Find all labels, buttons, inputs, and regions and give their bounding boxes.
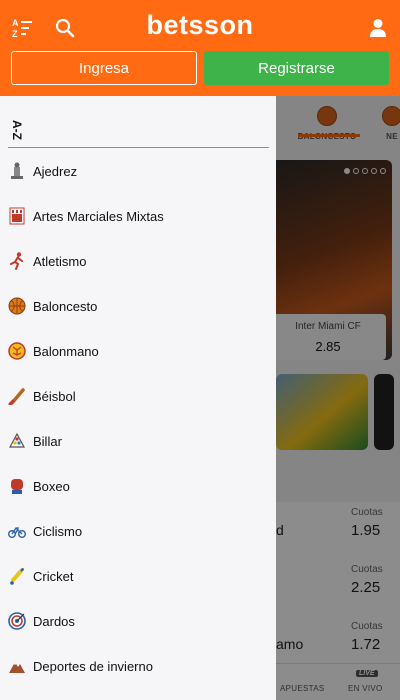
handball-icon xyxy=(8,342,26,360)
sport-item-cricket[interactable]: Cricket xyxy=(0,556,276,596)
mma-icon xyxy=(8,207,26,225)
sport-item-boxeo[interactable]: Boxeo xyxy=(0,466,276,506)
drawer-backdrop[interactable] xyxy=(276,96,400,700)
login-button[interactable]: Ingresa xyxy=(11,51,197,85)
sport-item-dardos[interactable]: Dardos xyxy=(0,601,276,641)
sport-item-baloncesto[interactable]: Baloncesto xyxy=(0,286,276,326)
cricket-icon xyxy=(8,567,26,585)
app-header: A Z betsson Ingresa Registrarse xyxy=(0,0,400,96)
user-icon[interactable] xyxy=(364,14,392,42)
sport-item-ajedrez[interactable]: Ajedrez xyxy=(0,151,276,191)
brand-logo[interactable]: betsson xyxy=(0,10,400,41)
baseball-icon xyxy=(8,387,26,405)
running-icon xyxy=(8,252,26,270)
sport-item-ciclismo[interactable]: Ciclismo xyxy=(0,511,276,551)
sport-item-balonmano[interactable]: Balonmano xyxy=(0,331,276,371)
mountain-icon xyxy=(8,657,26,675)
sport-item-billar[interactable]: Billar xyxy=(0,421,276,461)
az-heading: A-Z xyxy=(10,120,24,140)
bicycle-icon xyxy=(8,522,26,540)
sports-drawer: A-Z Ajedrez Artes Marciales Mixtas Atlet… xyxy=(0,96,276,700)
billiards-icon xyxy=(8,432,26,450)
dartboard-icon xyxy=(8,612,26,630)
heading-divider xyxy=(8,147,269,148)
chess-icon xyxy=(8,162,26,180)
basketball-icon xyxy=(8,297,26,315)
register-button[interactable]: Registrarse xyxy=(204,51,389,85)
sport-item-beisbol[interactable]: Béisbol xyxy=(0,376,276,416)
boxing-glove-icon xyxy=(8,477,26,495)
sport-item-deportes-invierno[interactable]: Deportes de invierno xyxy=(0,646,276,686)
sport-item-mma[interactable]: Artes Marciales Mixtas xyxy=(0,196,276,236)
sport-item-atletismo[interactable]: Atletismo xyxy=(0,241,276,281)
